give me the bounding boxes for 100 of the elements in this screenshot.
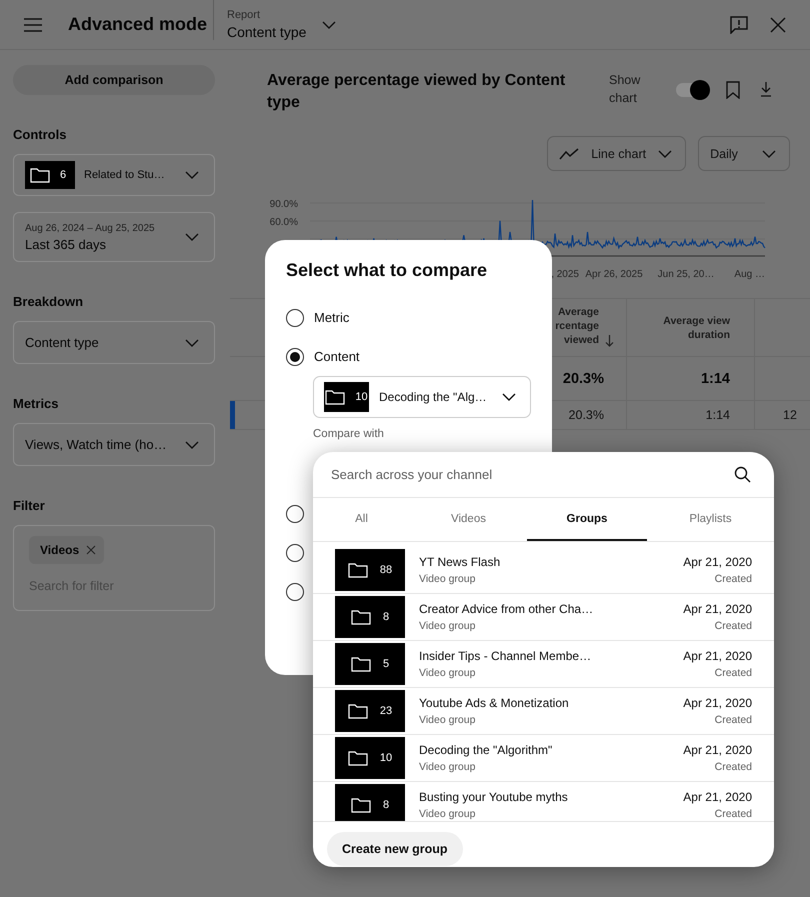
section-heading: Breakdown [13, 294, 84, 310]
radio-button[interactable] [286, 504, 304, 522]
group-count: 10 [380, 752, 392, 764]
table-cell: 12 [783, 408, 797, 422]
group-type: Video group [419, 573, 476, 585]
group-count: 10 [355, 391, 368, 403]
group-list-item[interactable]: 5 Insider Tips - Channel Membe… Video group Apr 21, 2020 Created [313, 641, 774, 688]
radio-button[interactable] [286, 582, 304, 600]
date-label: Created [714, 573, 752, 585]
caret-icon [322, 20, 336, 28]
caret-icon [185, 233, 199, 241]
created-date: Apr 21, 2020 [683, 696, 752, 710]
group-type: Video group [419, 808, 476, 820]
add-comparison-button[interactable]: Add comparison [13, 65, 215, 95]
group-list-item[interactable]: 8 Creator Advice from other Cha… Video group Apr 21, 2020 Created [313, 594, 774, 641]
date-label: Created [714, 761, 752, 773]
folder-icon [350, 656, 371, 672]
group-count: 6 [60, 169, 66, 181]
group-count: 8 [382, 799, 390, 811]
interval-select[interactable]: Daily [698, 136, 790, 171]
radio-label: Metric [314, 310, 350, 325]
radio-button[interactable] [286, 308, 304, 326]
group-list-item[interactable]: 8 Busting your Youtube myths Video group Apr 21, 2020 Created [313, 782, 774, 821]
date-label: Created [714, 667, 752, 679]
group-select[interactable]: 6 Related to Stu… [13, 154, 215, 196]
group-type: Video group [419, 714, 476, 726]
feedback-icon[interactable] [730, 16, 748, 34]
created-date: Apr 21, 2020 [683, 555, 752, 569]
x-axis-label: , 2025 [551, 269, 579, 280]
group-type: Video group [419, 620, 476, 632]
folder-icon [30, 167, 50, 183]
page-title: Advanced mode [68, 14, 208, 35]
search-field[interactable]: Search across your channel [313, 452, 774, 498]
group-list-item[interactable]: 88 YT News Flash Video group Apr 21, 2020 Created [313, 547, 774, 594]
radio-button[interactable] [286, 544, 304, 562]
menu-icon[interactable] [24, 18, 42, 32]
group-list-item[interactable]: 23 Youtube Ads & Monetization Video group Apr 21, 2020 Created [313, 688, 774, 735]
created-date: Apr 21, 2020 [683, 790, 752, 804]
group-title: Busting your Youtube myths [419, 790, 569, 804]
filter-chip[interactable]: Videos [29, 536, 104, 564]
group-title: Creator Advice from other Cha… [419, 602, 594, 616]
folder-icon [325, 389, 346, 405]
group-count: 5 [382, 658, 390, 670]
group-title: Insider Tips - Channel Membe… [419, 649, 592, 663]
date-range-select[interactable]: Aug 26, 2024 – Aug 25, 2025 Last 365 days [13, 212, 215, 262]
column-header[interactable]: Average view duration [663, 314, 730, 342]
x-axis-label: Apr 26, 2025 [585, 269, 643, 280]
chip-label: Videos [40, 543, 80, 557]
group-title: YT News Flash [419, 555, 502, 569]
tab[interactable]: Groups [527, 498, 647, 541]
search-icon[interactable] [734, 466, 751, 483]
group-list-item[interactable]: 10 Decoding the "Algorithm" Video group Apr 21, 2020 Created [313, 735, 774, 782]
caret-icon [658, 150, 672, 158]
section-heading: Metrics [13, 396, 60, 412]
tab[interactable]: Videos [410, 498, 527, 541]
created-date: Apr 21, 2020 [683, 649, 752, 663]
search-placeholder: Search across your channel [331, 467, 492, 482]
tab[interactable]: Playlists [647, 498, 774, 541]
group-type: Video group [419, 667, 476, 679]
group-count: 88 [380, 564, 392, 576]
show-chart-label: Show chart [609, 72, 642, 107]
created-date: Apr 21, 2020 [683, 743, 752, 757]
dialog-title: Select what to compare [286, 259, 488, 282]
content-select[interactable]: 10 Decoding the "Alg… [313, 376, 531, 418]
table-cell: 1:14 [706, 408, 730, 422]
caret-icon [185, 338, 199, 346]
field-label: Compare with [313, 428, 385, 442]
folder-icon [348, 750, 368, 766]
column-header[interactable]: Average rcentage viewed [555, 305, 599, 347]
x-axis-label: Aug … [734, 269, 765, 280]
folder-icon [348, 562, 368, 578]
group-count: 8 [382, 611, 390, 623]
folder-icon [350, 797, 371, 813]
group-count: 23 [380, 705, 392, 717]
tab[interactable]: All [313, 498, 410, 541]
date-label: Created [714, 808, 752, 820]
download-icon[interactable] [760, 81, 772, 97]
dropdown-select[interactable]: Content type [13, 321, 215, 364]
caret-icon [762, 150, 776, 158]
chart-type-select[interactable]: Line chart [547, 136, 686, 171]
report-dropdown[interactable]: Report Content type [227, 9, 336, 40]
bookmark-icon[interactable] [726, 81, 740, 99]
total-value: 20.3% [562, 370, 604, 386]
close-icon[interactable] [770, 16, 786, 32]
y-axis-label: 90.0% [270, 199, 298, 210]
folder-icon [348, 703, 368, 719]
radio-label: Content [314, 349, 360, 364]
table-cell: 20.3% [568, 408, 604, 422]
radio-button[interactable] [286, 348, 304, 366]
show-chart-toggle[interactable] [676, 83, 708, 97]
folder-icon [350, 609, 371, 625]
section-heading: Controls [13, 127, 68, 143]
date-label: Created [714, 620, 752, 632]
caret-icon [185, 440, 199, 448]
dropdown-select[interactable]: Views, Watch time (ho… [13, 423, 215, 466]
close-icon[interactable] [86, 545, 96, 555]
caret-icon [185, 171, 199, 179]
total-value: 1:14 [700, 370, 730, 386]
y-axis-label: 60.0% [270, 217, 298, 228]
create-group-button[interactable]: Create new group [327, 832, 463, 866]
